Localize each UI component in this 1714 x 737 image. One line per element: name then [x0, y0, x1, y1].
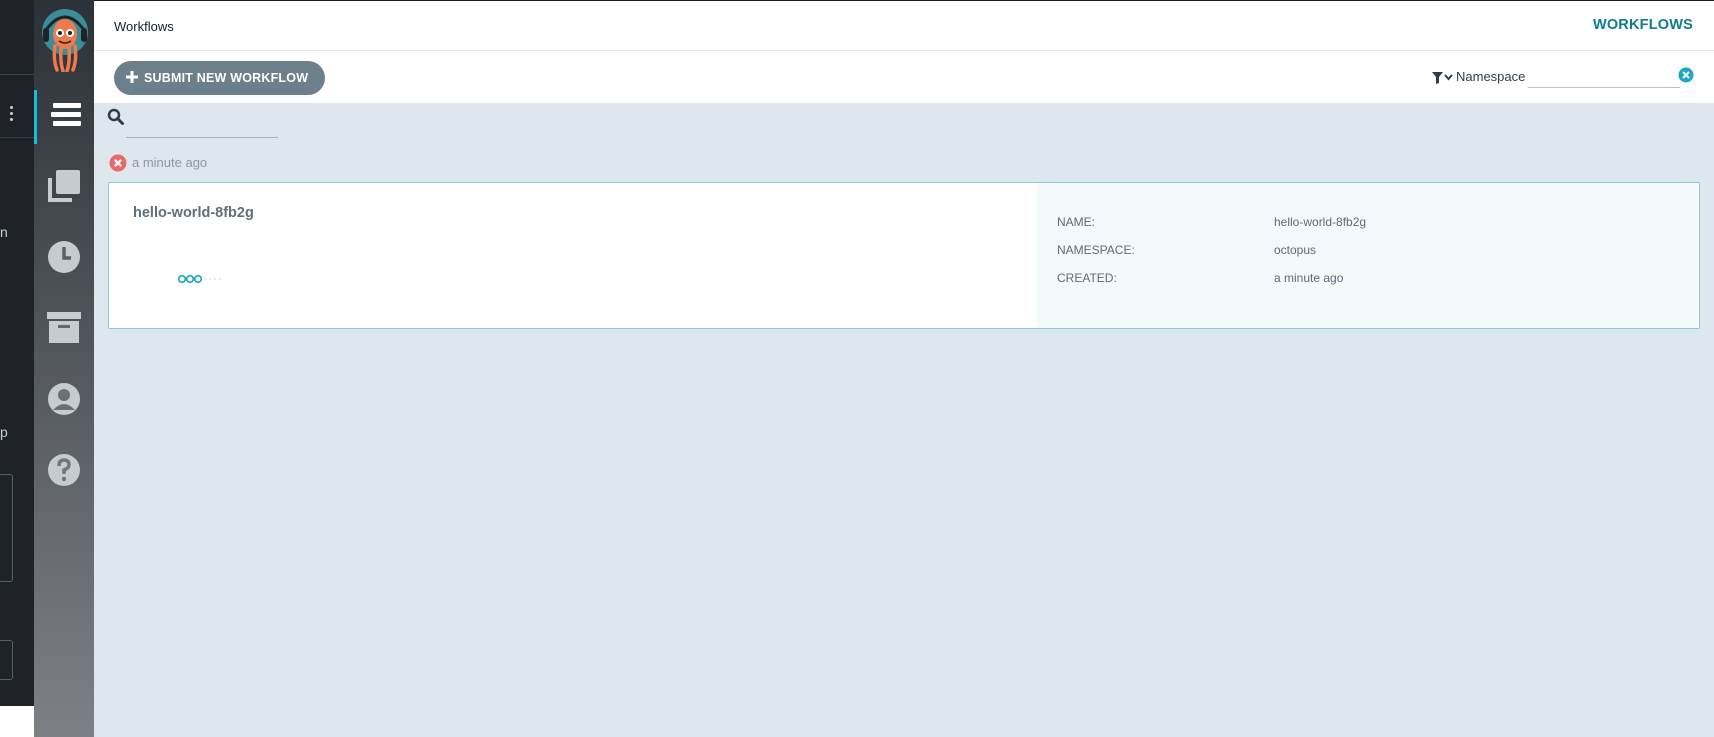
sidebar-item-templates[interactable]: [34, 161, 94, 215]
panel-input[interactable]: [0, 640, 13, 680]
clock-icon: [47, 240, 81, 279]
search-icon: [107, 108, 124, 130]
namespace-label: Namespace: [1456, 69, 1526, 84]
workflows-icon: [49, 100, 83, 135]
help-icon: [47, 453, 81, 492]
created-value: a minute ago: [1274, 271, 1344, 285]
workflow-name: hello-world-8fb2g: [133, 205, 254, 221]
submit-label: SUBMIT NEW WORKFLOW: [144, 71, 309, 85]
name-value: hello-world-8fb2g: [1274, 215, 1367, 229]
namespace-label: NAMESPACE:: [1057, 243, 1135, 257]
workflow-status-time: a minute ago: [132, 155, 208, 170]
toolbar: SUBMIT NEW WORKFLOW Namespace: [94, 51, 1714, 103]
namespace-value: octopus: [1274, 243, 1317, 257]
filter-dropdown-icon[interactable]: [1432, 71, 1454, 90]
templates-icon: [46, 168, 82, 209]
search-input[interactable]: [126, 111, 278, 138]
name-label: NAME:: [1057, 215, 1096, 229]
submit-new-workflow-button[interactable]: SUBMIT NEW WORKFLOW: [114, 61, 326, 95]
failed-status-icon: [109, 154, 127, 177]
workflow-details: NAME: hello-world-8fb2g NAMESPACE: octop…: [1037, 183, 1699, 328]
workflow-graph-icon: [177, 271, 223, 289]
sidebar-item-user[interactable]: [34, 374, 94, 428]
top-bar: Workflows WORKFLOWS: [94, 0, 1714, 51]
workflow-card[interactable]: hello-world-8fb2g NAME: hello-world-8fb2…: [108, 182, 1700, 329]
tab-workflows[interactable]: WORKFLOWS: [1593, 17, 1693, 33]
sidebar-item-help[interactable]: [34, 445, 94, 499]
panel-footer: [0, 706, 34, 737]
sidebar: [34, 0, 94, 737]
sidebar-item-archived-workflows[interactable]: [34, 303, 94, 357]
created-label: CREATED:: [1057, 271, 1117, 285]
page-title: Workflows: [114, 19, 174, 34]
sidebar-item-workflows[interactable]: [34, 90, 94, 144]
plus-icon: [126, 70, 138, 86]
background-pane: n p: [0, 0, 34, 737]
namespace-input[interactable]: [1528, 61, 1680, 88]
archive-icon: [47, 311, 81, 349]
text-fragment: n: [0, 224, 8, 240]
sidebar-item-cron-workflows[interactable]: [34, 232, 94, 286]
divider: [0, 137, 34, 138]
text-fragment: p: [0, 424, 8, 440]
panel-box: [0, 474, 13, 582]
user-icon: [47, 382, 81, 421]
more-options-icon[interactable]: [10, 106, 14, 124]
divider: [0, 74, 34, 75]
argo-logo[interactable]: [41, 8, 89, 77]
clear-namespace-icon[interactable]: [1678, 67, 1694, 88]
